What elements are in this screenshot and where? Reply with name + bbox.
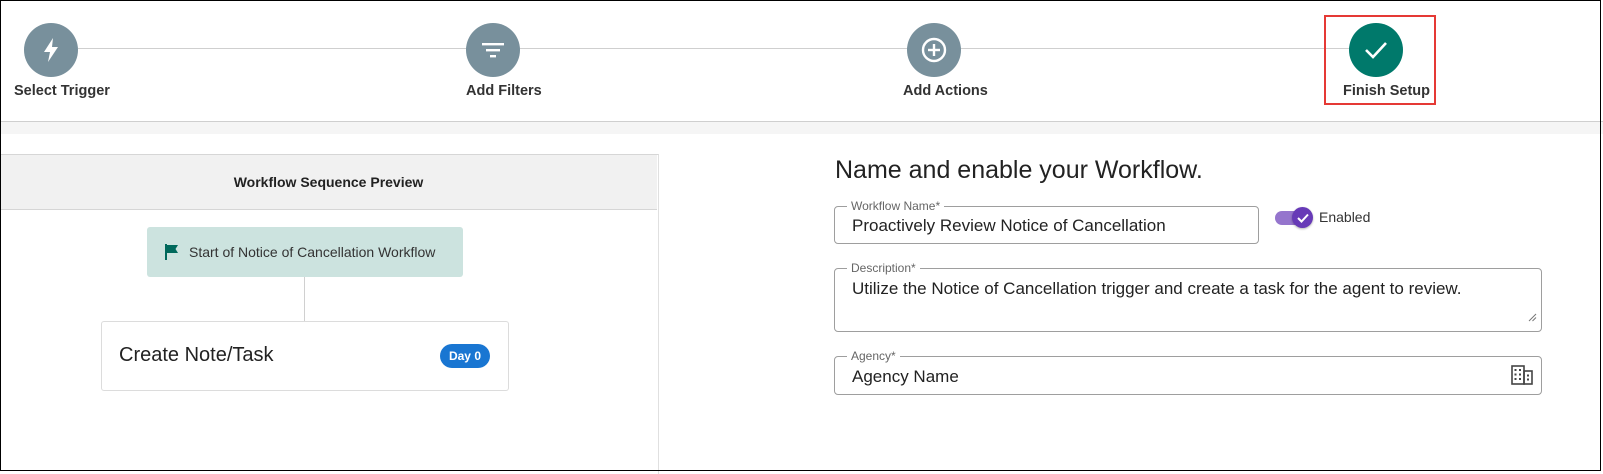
workflow-name-value: Proactively Review Notice of Cancellatio… [852, 216, 1166, 235]
stepper-line [78, 48, 1378, 49]
workflow-preview-panel: Workflow Sequence Preview Start of Notic… [0, 154, 659, 474]
divider-band [0, 122, 1603, 134]
plus-circle-icon [907, 23, 961, 77]
filter-icon [466, 23, 520, 77]
step-select-trigger[interactable]: Select Trigger [14, 23, 214, 103]
resize-handle-icon[interactable] [1528, 309, 1537, 327]
step-label: Add Actions [903, 83, 988, 99]
form-title: Name and enable your Workflow. [835, 156, 1203, 184]
enabled-label: Enabled [1319, 209, 1371, 225]
day-badge: Day 0 [439, 344, 490, 368]
flag-icon [163, 243, 181, 261]
description-field[interactable]: Description* Utilize the Notice of Cance… [834, 261, 1542, 332]
step-add-actions[interactable]: Add Actions [903, 23, 1103, 103]
step-label: Add Filters [466, 83, 542, 99]
step-add-filters[interactable]: Add Filters [466, 23, 666, 103]
check-icon [1292, 207, 1313, 228]
preview-header: Workflow Sequence Preview [0, 155, 657, 210]
enabled-toggle[interactable] [1275, 207, 1313, 228]
description-label: Description* [847, 261, 920, 275]
highlight-box [1324, 15, 1436, 105]
agency-field[interactable]: Agency* Agency Name [834, 349, 1542, 395]
agency-value: Agency Name [852, 367, 959, 386]
start-node-label: Start of Notice of Cancellation Workflow [189, 244, 436, 260]
building-icon[interactable] [1511, 365, 1533, 390]
task-title: Create Note/Task [119, 344, 274, 366]
lightning-icon [24, 23, 78, 77]
sequence-connector [304, 277, 305, 321]
start-node[interactable]: Start of Notice of Cancellation Workflow [147, 227, 463, 277]
workflow-name-label: Workflow Name* [847, 199, 945, 213]
agency-label: Agency* [847, 349, 900, 363]
description-value: Utilize the Notice of Cancellation trigg… [852, 279, 1462, 298]
step-label: Select Trigger [14, 83, 110, 99]
workflow-stepper: Select Trigger Add Filters Add Actions F… [0, 0, 1603, 123]
workflow-name-field[interactable]: Workflow Name* Proactively Review Notice… [834, 199, 1259, 244]
task-card[interactable]: Create Note/Task Day 0 [101, 321, 509, 391]
